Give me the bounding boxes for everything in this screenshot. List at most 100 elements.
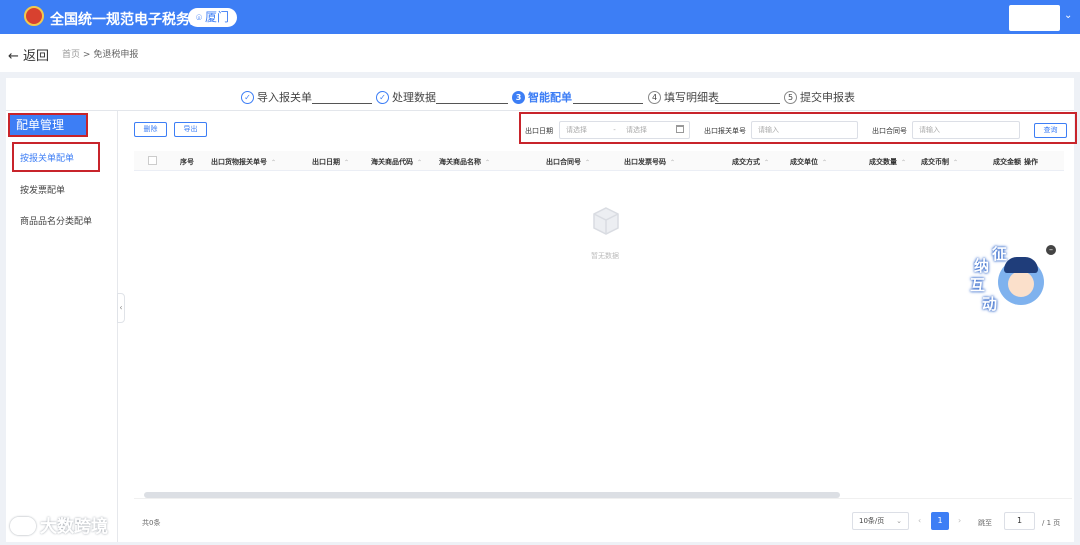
page-size-select[interactable]: 10条/页 ⌄: [852, 512, 909, 530]
next-page-icon[interactable]: ›: [958, 516, 961, 525]
col-declaration-no[interactable]: 出口货物报关单号 ⌃: [211, 157, 276, 167]
arrow-left-icon: ←: [8, 49, 19, 64]
col-deal-amount[interactable]: 成交金额: [993, 157, 1021, 167]
sort-icon[interactable]: ⌃: [764, 159, 769, 166]
goto-label: 跳至: [978, 519, 992, 527]
declaration-no-input[interactable]: 请输入: [751, 121, 858, 139]
sidebar-item-by-declaration[interactable]: 按报关单配单: [20, 151, 74, 164]
col-actions: 操作: [1024, 158, 1038, 166]
interaction-mascot-widget[interactable]: 征 纳 互 动: [970, 245, 1050, 317]
delete-button[interactable]: 删除: [134, 122, 167, 137]
step-label: 智能配单: [528, 91, 572, 104]
page-size-value: 10条/页: [859, 517, 885, 525]
sort-icon[interactable]: ⌃: [822, 159, 827, 166]
chevron-down-icon: ⌄: [896, 517, 902, 525]
page-number-current[interactable]: 1: [931, 512, 949, 530]
export-date-range[interactable]: 请选择 - 请选择: [559, 121, 690, 139]
sidebar-title: 配单管理: [8, 113, 88, 137]
col-deal-currency[interactable]: 成交币制 ⌃: [921, 157, 958, 167]
breadcrumb-separator: >: [82, 50, 91, 60]
main-panel: ✓ 导入报关单 ✓ 处理数据 3 智能配单 4 填写明细表 5 提交申报表 配单管理 按报…: [6, 78, 1077, 542]
tax-emblem-icon: [24, 6, 44, 26]
col-deal-quantity[interactable]: 成交数量 ⌃: [869, 157, 906, 167]
sort-icon[interactable]: ⌃: [271, 159, 276, 166]
horizontal-scrollbar[interactable]: [144, 492, 840, 498]
export-button[interactable]: 导出: [174, 122, 207, 137]
top-bar: 全国统一规范电子税务局 ⌾ 厦门 ⌄: [0, 0, 1080, 34]
breadcrumb-bar: ← 返回 首页 > 免退税申报: [0, 34, 1080, 72]
close-icon[interactable]: –: [1046, 245, 1056, 255]
col-export-date[interactable]: 出口日期 ⌃: [312, 157, 349, 167]
col-contract-no[interactable]: 出口合同号 ⌃: [546, 157, 590, 167]
calendar-icon[interactable]: [676, 125, 684, 133]
total-pages: / 1 页: [1042, 519, 1061, 527]
export-date-label: 出口日期: [525, 127, 553, 135]
step-connector: [436, 103, 508, 104]
step-label: 填写明细表: [664, 91, 719, 104]
col-invoice-no[interactable]: 出口发票号码 ⌃: [624, 157, 675, 167]
region-label: 厦门: [205, 10, 230, 24]
col-deal-method[interactable]: 成交方式 ⌃: [732, 157, 769, 167]
app-title: 全国统一规范电子税务局: [50, 12, 204, 28]
watermark: 大数跨境: [10, 512, 108, 537]
step-label: 处理数据: [392, 91, 436, 104]
back-button[interactable]: ← 返回: [8, 45, 49, 64]
breadcrumb-current: 免退税申报: [93, 50, 139, 60]
date-start-input[interactable]: 请选择: [566, 126, 587, 134]
col-deal-unit[interactable]: 成交单位 ⌃: [790, 157, 827, 167]
step-label: 导入报关单: [257, 91, 312, 104]
sidebar: 配单管理 按报关单配单 按发票配单 商品品名分类配单: [6, 111, 118, 542]
check-circle-icon: ✓: [376, 91, 389, 104]
watermark-text: 大数跨境: [40, 517, 108, 537]
breadcrumb: 首页 > 免退税申报: [62, 47, 138, 60]
sort-icon[interactable]: ⌃: [670, 159, 675, 166]
prev-page-icon[interactable]: ‹: [918, 516, 921, 525]
region-selector[interactable]: ⌾ 厦门: [188, 8, 238, 27]
watermark-logo-icon: [10, 517, 36, 535]
step-fill-details[interactable]: 4 填写明细表: [648, 89, 719, 105]
step-process-data[interactable]: ✓ 处理数据: [376, 89, 436, 105]
user-menu[interactable]: [1009, 5, 1060, 31]
contract-no-input[interactable]: 请输入: [912, 121, 1020, 139]
step-label: 提交申报表: [800, 91, 855, 104]
query-button[interactable]: 查询: [1034, 123, 1067, 138]
step-connector: [715, 103, 780, 104]
select-all-checkbox[interactable]: [148, 156, 157, 165]
check-circle-icon: ✓: [241, 91, 254, 104]
col-customs-code[interactable]: 海关商品代码 ⌃: [371, 157, 422, 167]
location-pin-icon: ⌾: [196, 13, 202, 24]
date-separator: -: [613, 126, 616, 134]
step-connector: [573, 103, 643, 104]
sort-icon[interactable]: ⌃: [953, 159, 958, 166]
col-index: 序号: [180, 158, 194, 166]
empty-text: 暂无数据: [591, 252, 619, 260]
sort-icon[interactable]: ⌃: [417, 159, 422, 166]
date-end-input[interactable]: 请选择: [626, 126, 647, 134]
sort-icon[interactable]: ⌃: [485, 159, 490, 166]
table-header: 序号 出口货物报关单号 ⌃ 出口日期 ⌃ 海关商品代码 ⌃ 海关商品名称 ⌃ 出口合同号…: [134, 151, 1064, 171]
declaration-no-label: 出口报关单号: [704, 127, 746, 135]
step-import-declaration[interactable]: ✓ 导入报关单: [241, 89, 312, 105]
step-connector: [312, 103, 372, 104]
divider: [6, 110, 1074, 111]
step-smart-matching[interactable]: 3 智能配单: [512, 89, 572, 105]
goto-page-input[interactable]: 1: [1004, 512, 1035, 530]
chevron-down-icon[interactable]: ⌄: [1064, 10, 1072, 21]
contract-no-label: 出口合同号: [872, 127, 907, 135]
col-customs-name[interactable]: 海关商品名称 ⌃: [439, 157, 490, 167]
total-count: 共0条: [142, 519, 161, 527]
mascot-char: 纳: [974, 257, 990, 275]
sidebar-collapse-handle[interactable]: ‹: [117, 293, 125, 323]
breadcrumb-home[interactable]: 首页: [62, 50, 80, 60]
mascot-char: 征: [992, 245, 1008, 263]
sort-icon[interactable]: ⌃: [344, 159, 349, 166]
sort-icon[interactable]: ⌃: [901, 159, 906, 166]
mascot-cap: [1004, 257, 1038, 273]
scroll-track: [134, 498, 1072, 499]
empty-box-icon: [593, 207, 619, 235]
sort-icon[interactable]: ⌃: [585, 159, 590, 166]
sidebar-item-by-product-category[interactable]: 商品品名分类配单: [20, 214, 92, 227]
progress-steps: ✓ 导入报关单 ✓ 处理数据 3 智能配单 4 填写明细表 5 提交申报表: [6, 86, 1074, 108]
step-submit-report[interactable]: 5 提交申报表: [784, 89, 855, 105]
sidebar-item-by-invoice[interactable]: 按发票配单: [20, 183, 65, 196]
